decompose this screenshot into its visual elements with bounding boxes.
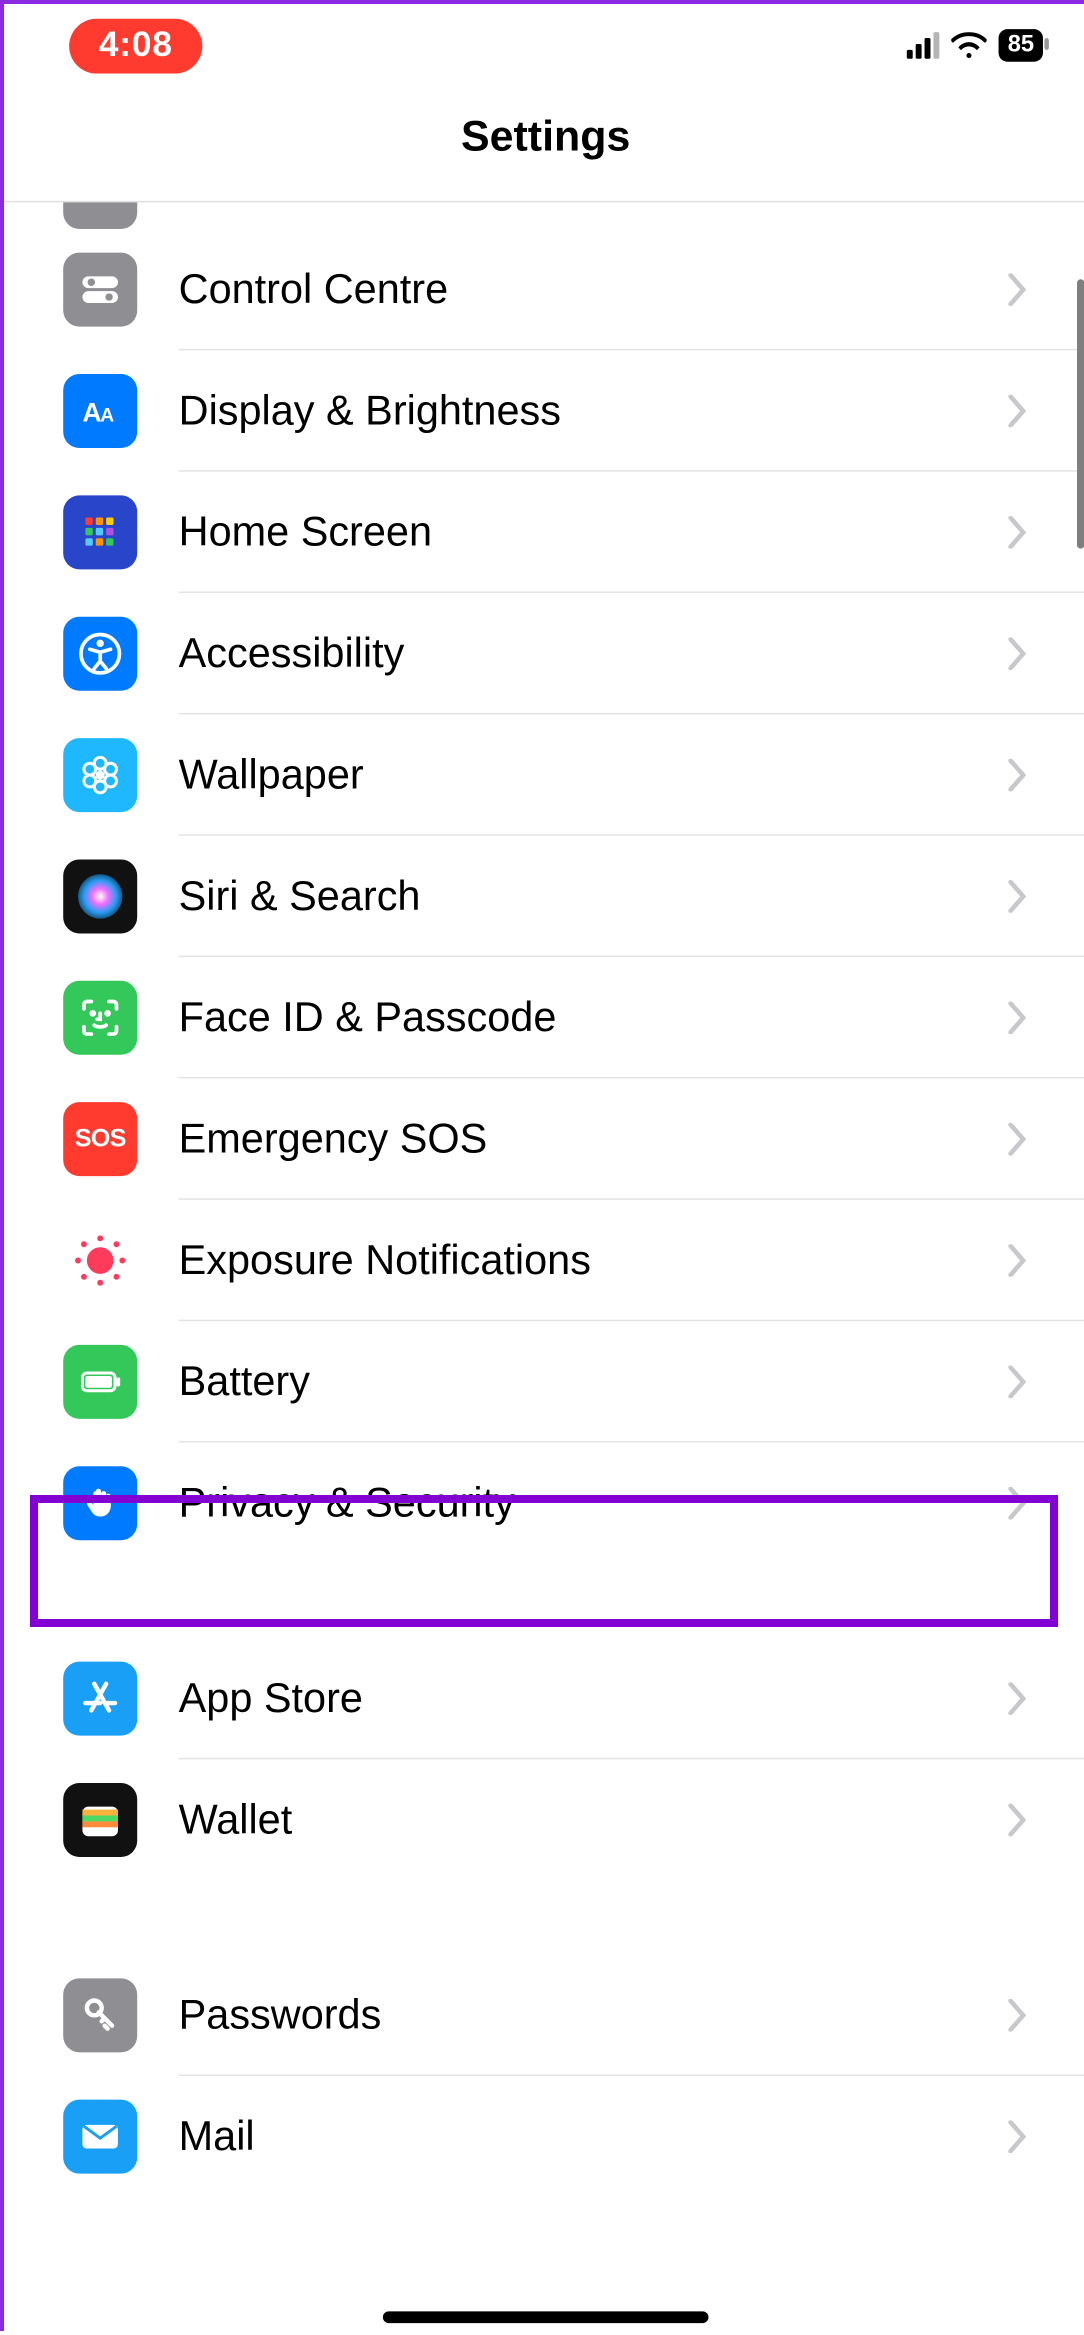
siri-icon: [63, 859, 137, 933]
privacy-icon: [63, 1466, 137, 1540]
control-centre-icon: [63, 253, 137, 327]
home-indicator[interactable]: [383, 2311, 709, 2323]
settings-row-wallet[interactable]: Wallet: [4, 1759, 1084, 1880]
battery-indicator: 85: [999, 29, 1043, 62]
app-store-icon: [63, 1662, 137, 1736]
scroll-indicator[interactable]: [1077, 279, 1084, 548]
passwords-icon: [63, 1978, 137, 2052]
partial-icon: [63, 202, 137, 229]
wallet-icon: [63, 1783, 137, 1857]
chevron-right-icon: [1007, 2120, 1028, 2153]
display-brightness-icon: AA: [63, 374, 137, 448]
battery-icon: [63, 1345, 137, 1419]
row-label: Display & Brightness: [179, 387, 561, 434]
chevron-right-icon: [1007, 273, 1028, 306]
settings-row-face-id[interactable]: Face ID & Passcode: [4, 957, 1084, 1078]
wallpaper-icon: [63, 738, 137, 812]
settings-row-mail[interactable]: Mail: [4, 2076, 1084, 2197]
settings-row-exposure-notifications[interactable]: Exposure Notifications: [4, 1200, 1084, 1321]
page-title: Settings: [4, 87, 1084, 202]
row-label: Battery: [179, 1357, 310, 1404]
settings-row-partial[interactable]: [4, 202, 1084, 229]
chevron-right-icon: [1007, 1001, 1028, 1034]
chevron-right-icon: [1007, 879, 1028, 912]
accessibility-icon: [63, 617, 137, 691]
chevron-right-icon: [1007, 1122, 1028, 1155]
svg-text:A: A: [82, 397, 101, 427]
row-label: Wallpaper: [179, 751, 364, 798]
row-label: Control Centre: [179, 265, 448, 312]
chevron-right-icon: [1007, 1487, 1028, 1520]
chevron-right-icon: [1007, 637, 1028, 670]
settings-row-passwords[interactable]: Passwords: [4, 1955, 1084, 2076]
row-label: Face ID & Passcode: [179, 993, 557, 1040]
settings-list[interactable]: Control Centre AA Display & Brightness H…: [4, 202, 1084, 2197]
settings-row-siri-search[interactable]: Siri & Search: [4, 836, 1084, 957]
cellular-signal-icon: [907, 32, 940, 59]
sos-icon: SOS: [63, 1102, 137, 1176]
chevron-right-icon: [1007, 1244, 1028, 1277]
mail-icon: [63, 2100, 137, 2174]
row-label: Mail: [179, 2113, 255, 2160]
status-bar: 4:08 85: [4, 4, 1084, 87]
chevron-right-icon: [1007, 1804, 1028, 1837]
wifi-icon: [952, 32, 988, 59]
row-label: App Store: [179, 1674, 363, 1721]
row-label: Privacy & Security: [179, 1480, 515, 1527]
settings-row-privacy-security[interactable]: Privacy & Security: [4, 1443, 1084, 1564]
exposure-icon: [63, 1224, 137, 1298]
row-label: Passwords: [179, 1991, 382, 2038]
row-label: Accessibility: [179, 629, 405, 676]
settings-row-accessibility[interactable]: Accessibility: [4, 593, 1084, 714]
row-label: Wallet: [179, 1796, 293, 1843]
chevron-right-icon: [1007, 515, 1028, 548]
status-icons: 85: [907, 29, 1043, 62]
chevron-right-icon: [1007, 1365, 1028, 1398]
settings-row-battery[interactable]: Battery: [4, 1321, 1084, 1442]
settings-row-app-store[interactable]: App Store: [4, 1638, 1084, 1759]
settings-row-home-screen[interactable]: Home Screen: [4, 472, 1084, 593]
svg-text:A: A: [100, 405, 114, 426]
row-label: Exposure Notifications: [179, 1236, 591, 1283]
settings-row-display-brightness[interactable]: AA Display & Brightness: [4, 350, 1084, 471]
home-screen-icon: [63, 495, 137, 569]
settings-row-wallpaper[interactable]: Wallpaper: [4, 714, 1084, 835]
chevron-right-icon: [1007, 1998, 1028, 2031]
row-label: Siri & Search: [179, 872, 421, 919]
chevron-right-icon: [1007, 394, 1028, 427]
chevron-right-icon: [1007, 1682, 1028, 1715]
row-label: Emergency SOS: [179, 1115, 488, 1162]
row-label: Home Screen: [179, 508, 432, 555]
settings-row-control-centre[interactable]: Control Centre: [4, 229, 1084, 350]
settings-row-emergency-sos[interactable]: SOS Emergency SOS: [4, 1078, 1084, 1199]
face-id-icon: [63, 981, 137, 1055]
time-pill: 4:08: [69, 18, 202, 73]
chevron-right-icon: [1007, 758, 1028, 791]
